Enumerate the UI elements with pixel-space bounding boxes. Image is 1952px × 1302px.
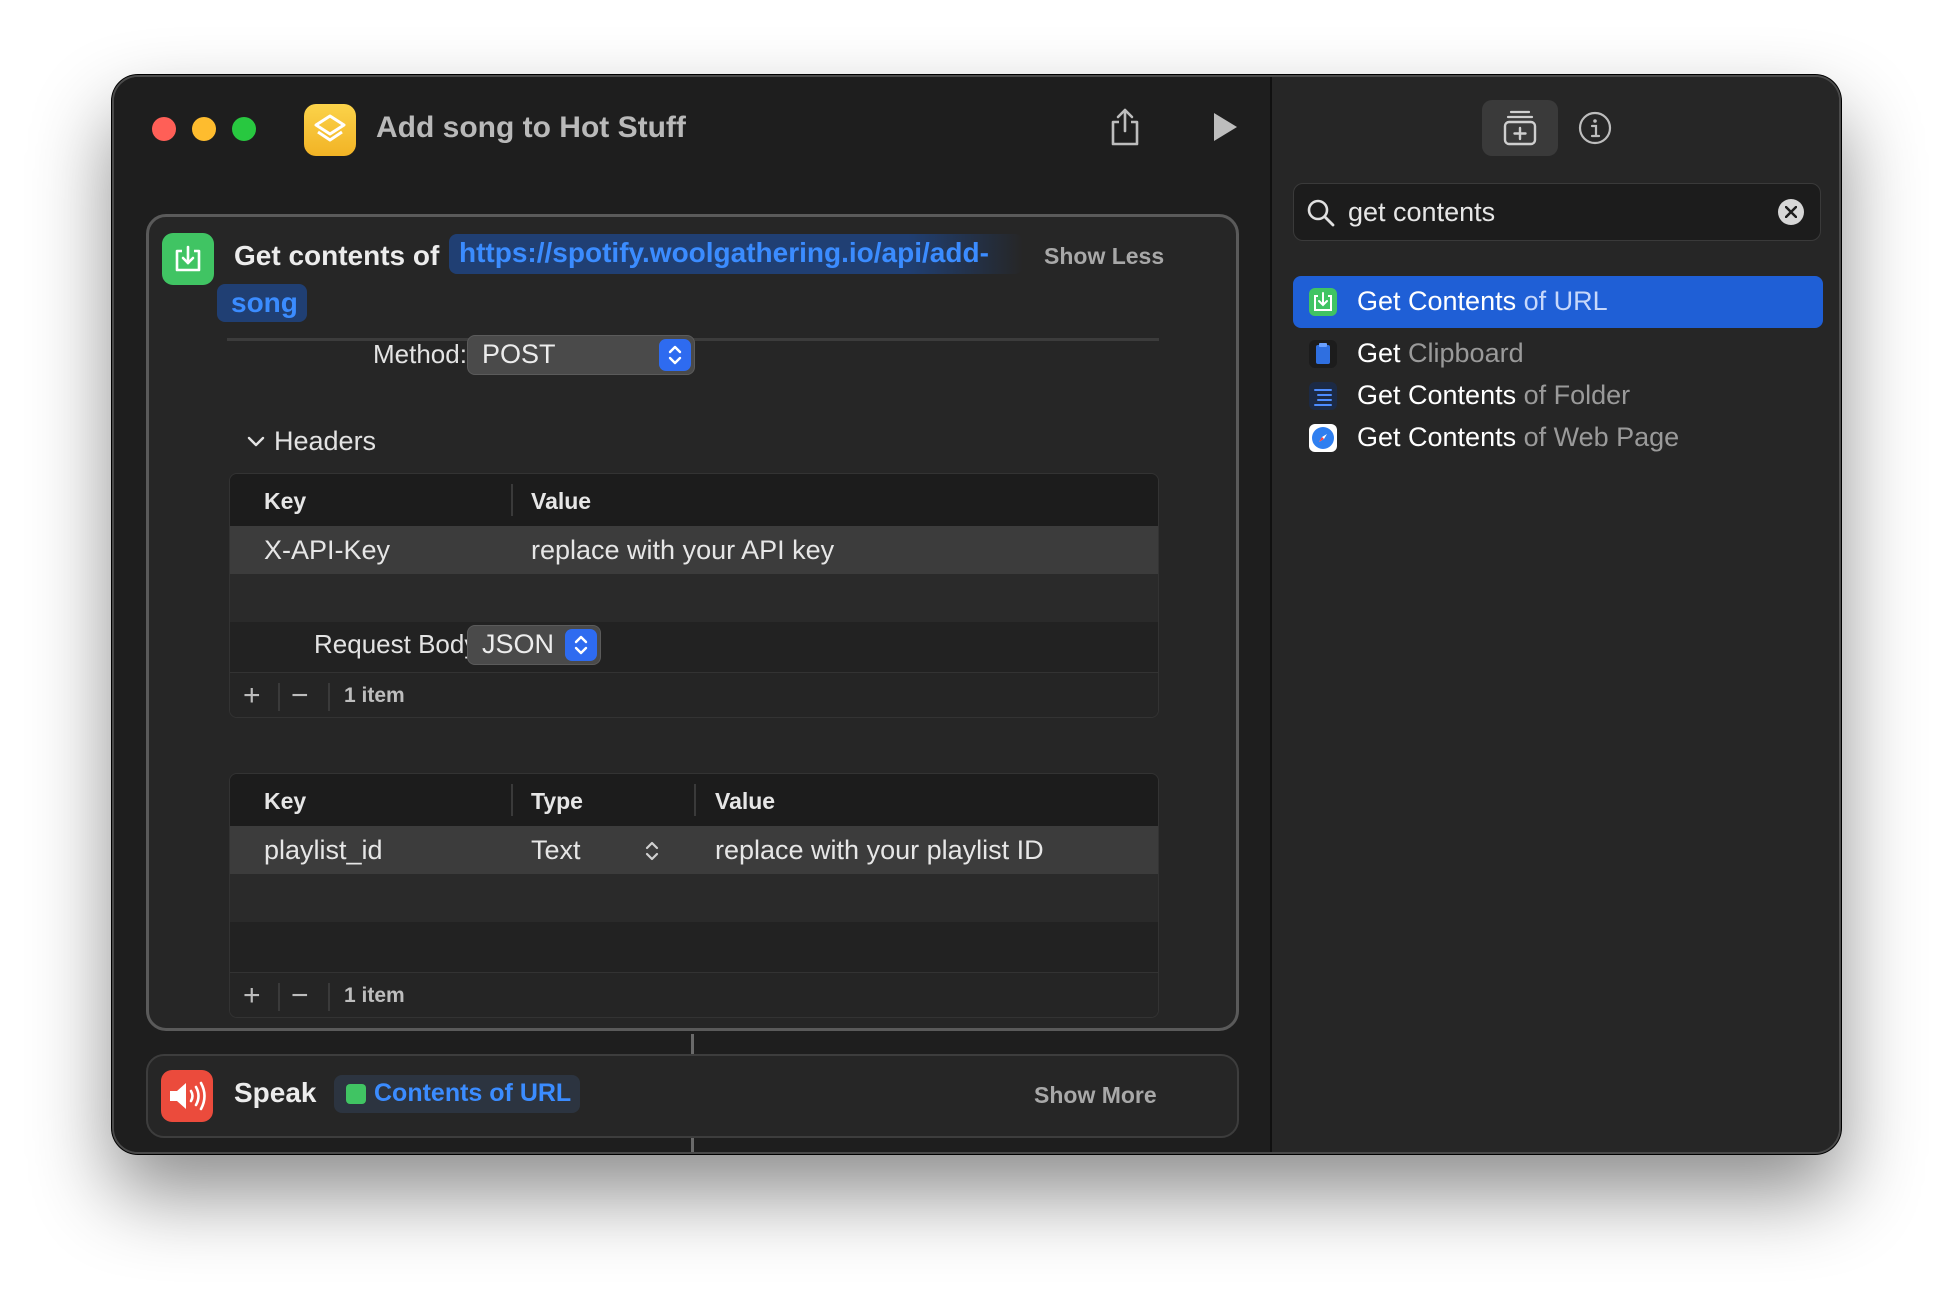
get-contents-action-card[interactable]: Get contents of https://spotify.woolgath…: [146, 214, 1239, 1031]
action-library-tab[interactable]: [1482, 100, 1558, 156]
shortcuts-window: Add song to Hot Stuff Get contents of ht…: [112, 75, 1841, 1154]
share-icon[interactable]: [1108, 107, 1142, 152]
result-label: Get Contents of URL: [1357, 286, 1608, 316]
url-text-continued: song: [231, 287, 298, 318]
table-row[interactable]: X-API-Key replace with your API key: [230, 526, 1158, 574]
editor-pane: Add song to Hot Stuff Get contents of ht…: [114, 77, 1270, 1152]
table-header: Key Type Value: [230, 774, 1158, 826]
chevron-updown-icon: [659, 339, 691, 371]
column-header-key: Key: [264, 488, 307, 514]
action-connector: [691, 1138, 694, 1152]
item-count: 1 item: [344, 684, 405, 707]
list-icon: [1309, 382, 1337, 410]
footer-separator: [278, 983, 280, 1011]
footer-separator: [328, 983, 330, 1011]
zoom-window-button[interactable]: [232, 117, 256, 141]
result-get-contents-of-web-page[interactable]: Get Contents of Web Page: [1293, 412, 1823, 464]
table-row[interactable]: playlist_id Text replace with your playl…: [230, 826, 1158, 874]
add-row-button[interactable]: +: [243, 979, 261, 1013]
column-header-key: Key: [264, 788, 307, 814]
headers-label[interactable]: Headers: [274, 426, 376, 457]
action-library-sidebar: get contents Get Contents of URL Get Cli…: [1270, 77, 1839, 1152]
table-footer: + − 1 item: [230, 972, 1158, 1017]
result-label: Get Clipboard: [1357, 338, 1524, 368]
close-window-button[interactable]: [152, 117, 176, 141]
headers-table: Key Value X-API-Key replace with your AP…: [229, 473, 1159, 718]
request-body-value: JSON: [482, 629, 555, 659]
method-value: POST: [482, 339, 556, 369]
action-connector: [691, 1034, 694, 1054]
body-value-cell[interactable]: replace with your playlist ID: [715, 835, 1044, 866]
url-text: https://spotify.woolgathering.io/api/add…: [459, 237, 989, 268]
clear-search-icon[interactable]: [1778, 199, 1804, 225]
result-get-contents-of-url[interactable]: Get Contents of URL: [1293, 276, 1823, 328]
speak-action-card[interactable]: Speak Contents of URL Show More: [146, 1054, 1239, 1138]
column-header-type: Type: [531, 788, 583, 814]
shortcut-title[interactable]: Add song to Hot Stuff: [376, 111, 686, 145]
footer-separator: [278, 683, 280, 711]
empty-row: [230, 874, 1158, 922]
result-label: Get Contents of Folder: [1357, 380, 1631, 410]
remove-row-button[interactable]: −: [291, 679, 309, 713]
search-input[interactable]: get contents: [1348, 197, 1495, 228]
remove-row-button[interactable]: −: [291, 979, 309, 1013]
header-key-cell[interactable]: X-API-Key: [264, 535, 390, 566]
footer-separator: [328, 683, 330, 711]
contents-of-url-variable[interactable]: Contents of URL: [334, 1075, 580, 1113]
disclosure-chevron-icon[interactable]: [247, 435, 265, 453]
type-chevron-updown-icon[interactable]: [644, 838, 660, 869]
url-token[interactable]: https://spotify.woolgathering.io/api/add…: [449, 234, 1023, 274]
library-add-icon: [1503, 110, 1537, 146]
request-body-popup[interactable]: JSON: [467, 625, 601, 665]
url-token-continued[interactable]: song: [217, 284, 307, 322]
result-label: Get Contents of Web Page: [1357, 422, 1680, 452]
search-field[interactable]: get contents: [1293, 183, 1821, 241]
speaker-icon: [161, 1070, 213, 1122]
minimize-window-button[interactable]: [192, 117, 216, 141]
body-type-cell[interactable]: Text: [531, 835, 581, 866]
table-footer: + − 1 item: [230, 672, 1158, 717]
chevron-updown-icon: [565, 629, 597, 661]
header-value-cell[interactable]: replace with your API key: [531, 535, 834, 566]
body-key-cell[interactable]: playlist_id: [264, 835, 383, 866]
show-more-button[interactable]: Show More: [1034, 1082, 1157, 1109]
item-count: 1 item: [344, 984, 405, 1007]
variable-text: Contents of URL: [374, 1079, 572, 1107]
empty-row: [230, 922, 1158, 952]
request-body-label: Request Body:: [314, 629, 485, 659]
download-icon: [346, 1084, 366, 1104]
method-label: Method:: [373, 339, 467, 369]
request-body-table: Key Type Value playlist_id Text replace …: [229, 773, 1159, 1018]
download-icon: [162, 233, 214, 285]
add-row-button[interactable]: +: [243, 679, 261, 713]
info-icon[interactable]: [1578, 111, 1612, 150]
method-popup[interactable]: POST: [467, 335, 695, 375]
column-separator: [511, 484, 513, 516]
play-icon[interactable]: [1210, 111, 1240, 148]
column-header-value: Value: [531, 488, 592, 514]
table-header: Key Value: [230, 474, 1158, 526]
shortcut-icon[interactable]: [304, 104, 356, 156]
shortcuts-layers-icon: [314, 114, 346, 142]
column-separator: [694, 784, 696, 816]
column-header-value: Value: [715, 788, 776, 814]
action-title: Get contents of: [234, 240, 440, 271]
download-icon: [1309, 288, 1337, 316]
speak-label: Speak: [234, 1077, 317, 1108]
empty-row: [230, 574, 1158, 622]
clipboard-icon: [1309, 340, 1337, 368]
safari-icon: [1309, 424, 1337, 452]
show-less-button[interactable]: Show Less: [1044, 243, 1164, 270]
search-icon: [1306, 198, 1336, 233]
column-separator: [511, 784, 513, 816]
